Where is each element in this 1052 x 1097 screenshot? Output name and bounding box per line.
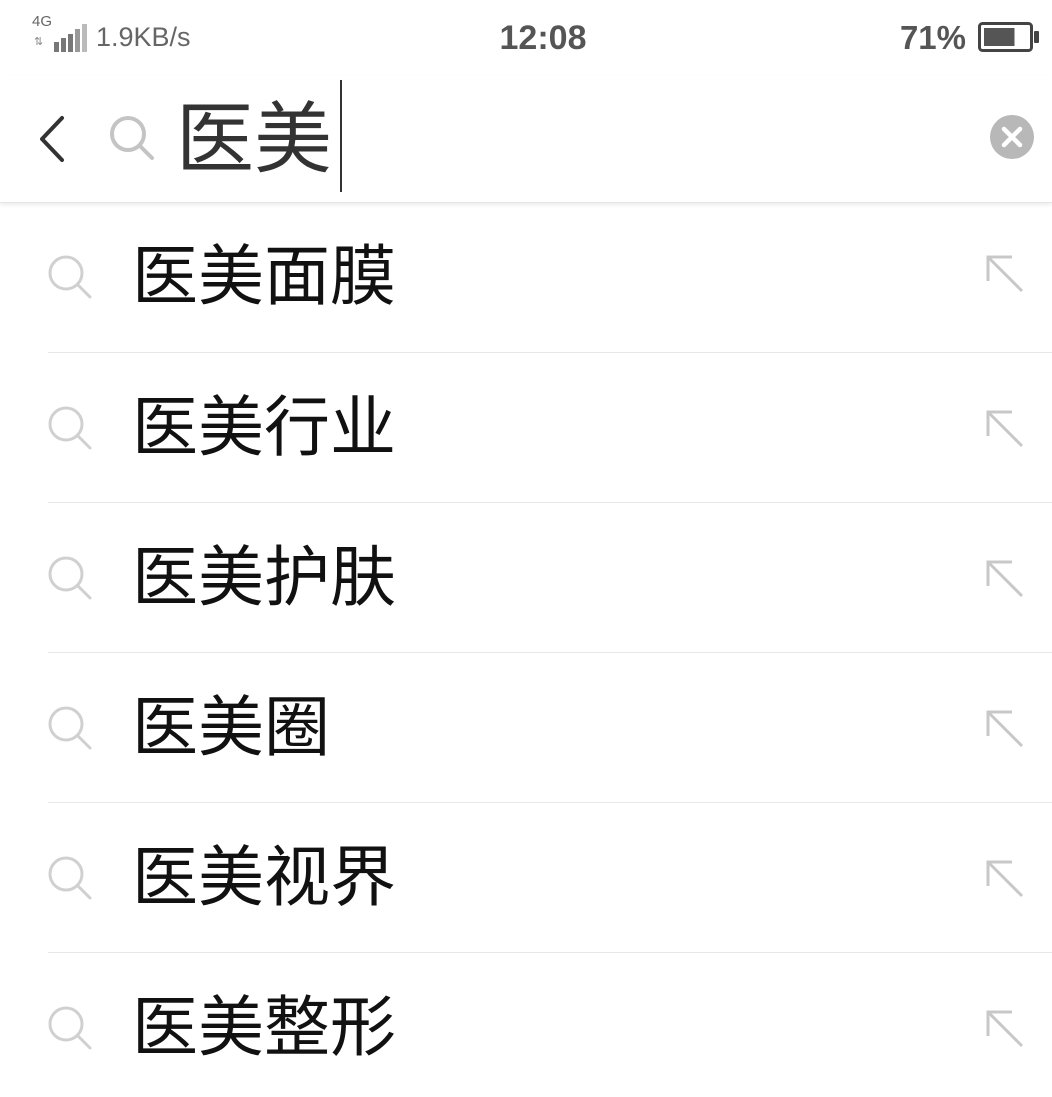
arrow-up-left-icon[interactable] — [982, 251, 1028, 297]
battery-percent: 71% — [899, 19, 966, 56]
suggestion-item[interactable]: 医美护肤 — [0, 503, 1052, 653]
search-icon — [48, 706, 92, 750]
arrow-up-left-icon[interactable] — [982, 556, 1028, 602]
chevron-left-icon — [40, 116, 64, 162]
search-header: 医美 — [0, 76, 1052, 203]
search-icon — [110, 116, 154, 160]
battery-icon — [978, 22, 1039, 52]
search-icon — [48, 406, 92, 450]
search-icon — [48, 856, 92, 900]
suggestion-text: 医美视界 — [132, 839, 396, 916]
clear-search-button[interactable] — [990, 115, 1034, 159]
status-bar: 4G ⇅ 1.9KB/s 12:08 71% — [0, 0, 1052, 76]
search-icon — [48, 255, 92, 299]
search-icon — [48, 1006, 92, 1050]
suggestion-text: 医美整形 — [132, 989, 396, 1066]
suggestion-text: 医美行业 — [132, 389, 396, 466]
suggestion-item[interactable]: 医美面膜 — [0, 203, 1052, 353]
suggestion-list: 医美面膜 医美行业 医美护肤 医美圈 医美视界 医美整形 — [0, 203, 1052, 1097]
search-input[interactable]: 医美 — [176, 98, 332, 182]
suggestion-text: 医美面膜 — [132, 238, 396, 315]
arrow-up-left-icon[interactable] — [982, 706, 1028, 752]
suggestion-item[interactable]: 医美视界 — [0, 803, 1052, 953]
text-cursor — [340, 80, 342, 192]
search-icon — [48, 556, 92, 600]
arrow-up-left-icon[interactable] — [982, 856, 1028, 902]
clear-circle-icon — [1001, 126, 1023, 148]
arrow-up-left-icon[interactable] — [982, 1006, 1028, 1052]
suggestion-text: 医美圈 — [132, 689, 330, 766]
arrow-up-left-icon[interactable] — [982, 406, 1028, 452]
suggestion-item[interactable]: 医美整形 — [0, 953, 1052, 1097]
status-time: 12:08 — [499, 19, 587, 57]
suggestion-text: 医美护肤 — [132, 539, 396, 616]
suggestion-item[interactable]: 医美行业 — [0, 353, 1052, 503]
back-button[interactable] — [22, 104, 86, 174]
search-suggestion-screen: 4G ⇅ 1.9KB/s 12:08 71% 医美 医美面膜 医美行业 医美护肤… — [0, 0, 1052, 1097]
suggestion-item[interactable]: 医美圈 — [0, 653, 1052, 803]
